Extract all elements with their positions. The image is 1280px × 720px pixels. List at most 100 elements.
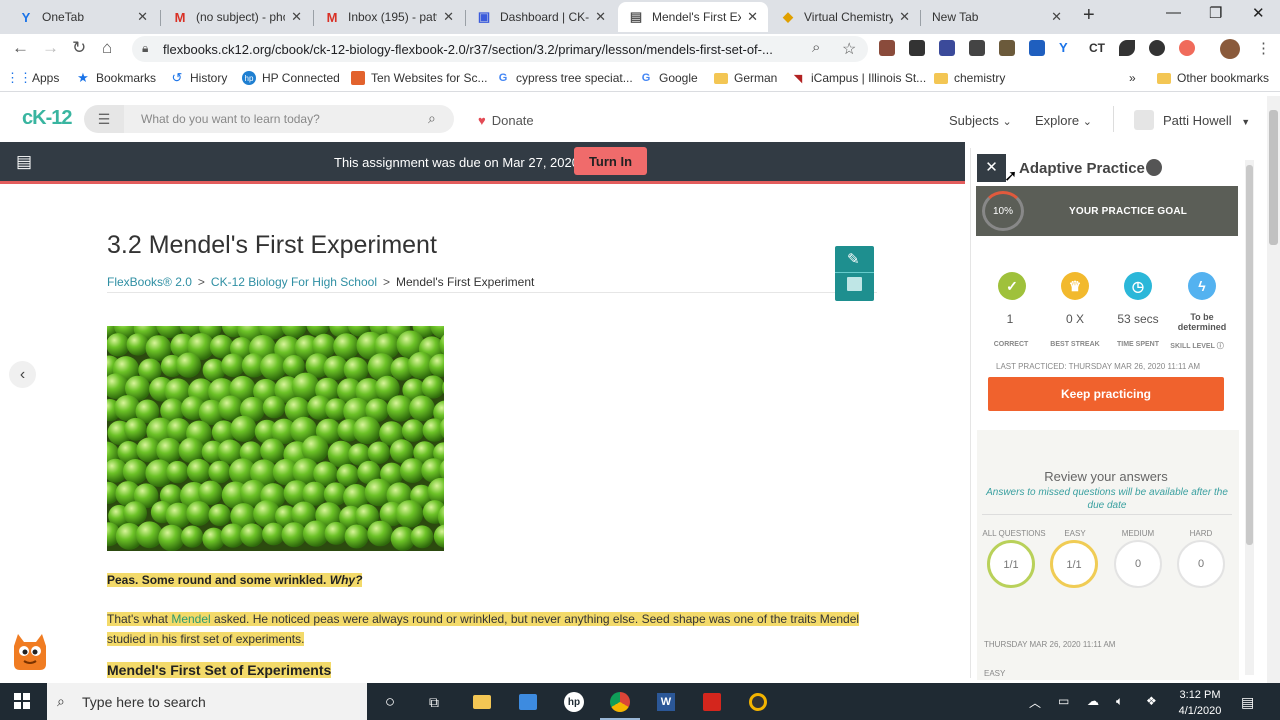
close-tab-icon[interactable]: ✕ bbox=[443, 9, 454, 25]
bookmark-bookmarks[interactable]: ★ Bookmarks bbox=[76, 70, 156, 85]
bookmark-chemistry[interactable]: chemistry bbox=[934, 71, 1005, 85]
notes-icon[interactable] bbox=[847, 277, 862, 291]
difficulty-easy-ring[interactable]: 1/1 bbox=[1050, 540, 1098, 588]
chrome-icon[interactable] bbox=[610, 692, 630, 712]
extension-red-icon[interactable] bbox=[1179, 40, 1195, 56]
close-panel-button[interactable]: ✕ bbox=[977, 154, 1006, 182]
file-explorer-icon[interactable] bbox=[472, 692, 492, 712]
download-icon[interactable] bbox=[1149, 40, 1165, 56]
bookmark-other[interactable]: Other bookmarks bbox=[1157, 71, 1269, 85]
bookmark-german[interactable]: German bbox=[714, 71, 777, 85]
bookmark-google[interactable]: G Google bbox=[639, 71, 698, 85]
tab-gmail-no-subject[interactable]: M (no subject) - pho ✕ bbox=[162, 2, 312, 32]
bookmark-apps[interactable]: ⋮⋮ Apps bbox=[6, 70, 59, 85]
bookmark-hp-connected[interactable]: hp HP Connected bbox=[242, 71, 340, 85]
hp-app-icon[interactable]: hp bbox=[564, 692, 584, 712]
ck12-logo[interactable]: cK-12 bbox=[22, 107, 72, 130]
volume-icon[interactable]: 🔈︎ bbox=[1116, 694, 1123, 709]
tab-onetab[interactable]: Y OneTab ✕ bbox=[8, 2, 158, 32]
onedrive-icon[interactable]: ☁ bbox=[1087, 694, 1099, 708]
extension-bag-icon[interactable] bbox=[999, 40, 1015, 56]
close-tab-icon[interactable]: ✕ bbox=[1051, 9, 1062, 25]
tab-gmail-inbox[interactable]: M Inbox (195) - patt ✕ bbox=[314, 2, 464, 32]
back-arrow-icon[interactable]: ← bbox=[12, 38, 29, 58]
extension-tools-icon[interactable] bbox=[969, 40, 985, 56]
donate-link[interactable]: ♥ Donate bbox=[478, 113, 534, 128]
extension-pdf-icon[interactable] bbox=[879, 40, 895, 56]
previous-lesson-arrow[interactable]: ‹ bbox=[9, 361, 36, 388]
taskbar-search[interactable]: ⌕ Type here to search bbox=[47, 683, 367, 720]
restore-icon[interactable]: ❐ bbox=[1209, 4, 1222, 22]
tab-mendels-first-experiment[interactable]: ▤ Mendel's First Exp ✕ bbox=[618, 2, 768, 32]
search-input[interactable] bbox=[124, 105, 454, 133]
subjects-menu[interactable]: Subjects ⌄ bbox=[949, 113, 1012, 128]
bookmark-cypress-tree[interactable]: G cypress tree speciat... bbox=[496, 71, 633, 85]
new-tab-plus-icon[interactable]: + bbox=[1083, 4, 1095, 27]
close-tab-icon[interactable]: ✕ bbox=[137, 9, 148, 25]
page-scrollbar-thumb[interactable] bbox=[1269, 110, 1278, 245]
keep-practicing-button[interactable]: Keep practicing bbox=[988, 377, 1224, 411]
breadcrumb-flexbooks[interactable]: FlexBooks® 2.0 bbox=[107, 275, 192, 289]
close-tab-icon[interactable]: ✕ bbox=[747, 9, 758, 25]
windows-start-icon[interactable] bbox=[14, 693, 30, 709]
acrobat-icon[interactable] bbox=[702, 692, 722, 712]
word-icon[interactable]: W bbox=[656, 692, 676, 712]
battery-icon[interactable]: ▭ bbox=[1058, 694, 1069, 708]
tab-new-tab[interactable]: New Tab ✕ bbox=[922, 2, 1072, 32]
taskbar-clock[interactable]: 3:12 PM 4/1/2020 bbox=[1175, 687, 1225, 719]
reload-icon[interactable]: ↻ bbox=[72, 38, 86, 58]
close-tab-icon[interactable]: ✕ bbox=[899, 9, 910, 25]
close-window-icon[interactable]: ✕ bbox=[1252, 4, 1265, 22]
difficulty-hard-ring[interactable]: 0 bbox=[1177, 540, 1225, 588]
close-tab-icon[interactable]: ✕ bbox=[595, 9, 606, 25]
book-icon: ▤ bbox=[629, 9, 643, 24]
profile-avatar[interactable] bbox=[1220, 39, 1240, 59]
bookmark-icampus[interactable]: ◥ iCampus | Illinois St... bbox=[791, 71, 926, 85]
panel-scrollbar-thumb[interactable] bbox=[1246, 165, 1253, 545]
info-icon[interactable]: ⓘ bbox=[1217, 343, 1224, 350]
address-bar[interactable]: 🔒︎ flexbooks.ck12.org/cbook/ck-12-biolog… bbox=[132, 36, 868, 62]
bookmark-star-icon[interactable]: ☆ bbox=[842, 39, 856, 59]
notifications-icon[interactable]: ▤ bbox=[1241, 694, 1254, 711]
mendel-link[interactable]: Mendel bbox=[171, 612, 210, 626]
stat-streak-label: BEST STREAK bbox=[1050, 341, 1100, 348]
difficulty-all-ring[interactable]: 1/1 bbox=[987, 540, 1035, 588]
notes-icon[interactable]: ▤ bbox=[16, 152, 32, 172]
extension-onetab-icon[interactable]: Y bbox=[1059, 40, 1075, 56]
explore-menu[interactable]: Explore ⌄ bbox=[1035, 113, 1092, 128]
app-color-icon[interactable] bbox=[748, 692, 768, 712]
mascot-icon[interactable] bbox=[10, 630, 50, 672]
bookmarks-more-chevron[interactable]: » bbox=[1129, 71, 1136, 85]
browser-menu-icon[interactable]: ⋮ bbox=[1256, 39, 1271, 57]
tab-virtual-chemistry[interactable]: ◆ Virtual Chemistry ✕ bbox=[770, 2, 920, 32]
close-tab-icon[interactable]: ✕ bbox=[291, 9, 302, 25]
pea bbox=[400, 458, 425, 483]
store-icon[interactable] bbox=[518, 692, 538, 712]
bookmark-ten-websites[interactable]: Ten Websites for Sc... bbox=[351, 71, 488, 85]
home-icon[interactable]: ⌂ bbox=[102, 38, 112, 58]
difficulty-medium-ring[interactable]: 0 bbox=[1114, 540, 1162, 588]
dropbox-icon[interactable]: ❖ bbox=[1146, 694, 1157, 708]
bookmark-history[interactable]: ↺ History bbox=[170, 70, 228, 85]
extension-ct-icon[interactable]: CT bbox=[1089, 41, 1105, 55]
task-view-icon[interactable]: ⧉ bbox=[424, 692, 444, 712]
url-text[interactable]: flexbooks.ck12.org/cbook/ck-12-biology-f… bbox=[163, 42, 803, 57]
extension-box-icon[interactable] bbox=[939, 40, 955, 56]
tab-dashboard[interactable]: ▣ Dashboard | CK-12 ✕ bbox=[466, 2, 616, 32]
zoom-icon[interactable]: ⌕ bbox=[812, 39, 820, 56]
extension-shield-icon[interactable] bbox=[909, 40, 925, 56]
minimize-icon[interactable]: — bbox=[1166, 4, 1181, 21]
breadcrumb-biology[interactable]: CK-12 Biology For High School bbox=[211, 275, 377, 289]
search-filter-button[interactable]: ☰ bbox=[84, 105, 124, 133]
extension-image-icon[interactable] bbox=[1029, 40, 1045, 56]
cortana-icon[interactable]: ○ bbox=[380, 692, 400, 712]
pencil-icon[interactable]: ✎ bbox=[847, 250, 860, 268]
user-menu[interactable]: Patti Howell ▼ bbox=[1163, 113, 1250, 128]
tray-expand-icon[interactable]: ︿ bbox=[1029, 694, 1041, 711]
extension-rocket-icon[interactable] bbox=[1119, 40, 1135, 56]
forward-arrow-icon[interactable]: → bbox=[42, 38, 59, 58]
goal-label: YOUR PRACTICE GOAL bbox=[1069, 206, 1188, 217]
search-icon[interactable]: ⌕ bbox=[428, 110, 436, 127]
user-avatar[interactable] bbox=[1134, 110, 1154, 130]
turn-in-button[interactable]: Turn In bbox=[574, 147, 647, 175]
